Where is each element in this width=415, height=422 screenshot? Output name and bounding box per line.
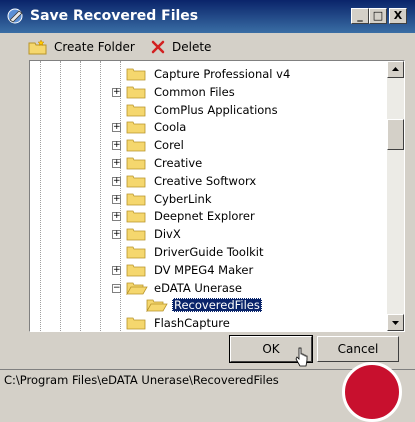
tree-item[interactable]: Coola (126, 118, 188, 136)
folder-icon (126, 104, 146, 116)
folder-icon (126, 246, 146, 259)
app-icon (7, 8, 23, 24)
tree-item[interactable]: DivX (126, 225, 183, 243)
tree-item[interactable]: CyberLink (126, 190, 214, 208)
tree-item-label: DivX (154, 227, 181, 242)
delete-button[interactable]: Delete (150, 38, 211, 56)
tree-guide-line (60, 61, 61, 331)
vertical-scrollbar[interactable] (387, 61, 404, 331)
tree-item-label: Creative Softworx (154, 173, 257, 188)
tree-item[interactable]: Capture Professional v4 (126, 65, 292, 83)
create-folder-label: Create Folder (54, 40, 135, 54)
tree-item-label: eDATA Unerase (154, 280, 242, 295)
tree-item[interactable]: ComPlus Applications (126, 101, 280, 119)
tree-guide-line (40, 61, 41, 331)
expand-toggle[interactable]: + (112, 87, 121, 97)
expand-toggle[interactable]: + (112, 176, 121, 186)
folder-icon (126, 264, 146, 277)
arrow-up-icon (392, 67, 399, 71)
expand-toggle[interactable]: + (112, 123, 121, 133)
folder-icon (126, 157, 146, 170)
tree-guide-line (80, 61, 81, 331)
expand-toggle[interactable]: + (112, 141, 121, 151)
delete-label: Delete (172, 40, 212, 54)
folder-tree[interactable]: Capture Professional v4 + Common Files ComP… (29, 60, 405, 332)
arrow-down-icon (392, 321, 399, 325)
close-button[interactable]: X (389, 8, 407, 24)
cancel-button[interactable]: Cancel (317, 336, 399, 362)
folder-icon (126, 175, 146, 188)
tree-item-label: Creative (154, 156, 203, 170)
minimize-button[interactable]: _ (351, 8, 369, 24)
folder-icon (126, 121, 146, 134)
tree-item-label: Coola (154, 120, 187, 135)
title-bar[interactable]: Save Recovered Files _ □ X (0, 0, 415, 33)
tree-item-label: DriverGuide Toolkit (154, 245, 264, 259)
tree-item-label: Deepnet Explorer (154, 209, 255, 224)
folder-icon (126, 210, 146, 223)
folder-open-icon (126, 282, 148, 295)
scroll-down-button[interactable] (387, 314, 404, 331)
expand-toggle[interactable]: + (112, 230, 121, 240)
folder-icon (126, 86, 146, 99)
new-folder-icon (28, 39, 47, 55)
tree-item-label: ComPlus Applications (154, 102, 278, 117)
tree-item[interactable]: RecoveredFiles (146, 296, 262, 314)
toolbar: Create Folder Delete (0, 33, 415, 60)
tree-item-label: FlashCapture (154, 316, 230, 331)
collapse-toggle[interactable]: − (112, 283, 121, 293)
tree-item-label: Corel (154, 138, 184, 153)
expand-toggle[interactable]: + (112, 194, 121, 204)
tree-item[interactable]: Common Files (126, 83, 237, 101)
tree-item[interactable]: FlashCapture (126, 314, 232, 331)
folder-icon (126, 193, 146, 205)
folder-icon (126, 68, 146, 81)
create-folder-button[interactable]: Create Folder (28, 38, 135, 56)
tree-item[interactable]: Deepnet Explorer (126, 207, 257, 225)
maximize-button[interactable]: □ (369, 8, 387, 24)
window-title: Save Recovered Files (30, 8, 199, 24)
scroll-up-button[interactable] (387, 61, 404, 78)
red-emblem-icon (342, 362, 402, 422)
cursor-hand-icon (295, 347, 308, 367)
folder-icon (126, 317, 146, 330)
folder-icon (126, 139, 146, 152)
folder-open-icon (146, 299, 168, 313)
tree-item-label: Common Files (154, 84, 235, 99)
expand-toggle[interactable]: + (112, 212, 121, 222)
tree-guide-line (100, 61, 101, 331)
tree-item[interactable]: Creative (126, 154, 204, 172)
folder-icon (126, 228, 146, 241)
scroll-thumb[interactable] (387, 119, 404, 150)
status-path: C:\Program Files\eDATA Unerase\Recovered… (4, 373, 279, 387)
tree-item[interactable]: Creative Softworx (126, 172, 258, 190)
expand-toggle[interactable]: + (112, 159, 121, 168)
tree-item-label: Capture Professional v4 (154, 67, 291, 81)
tree-item[interactable]: eDATA Unerase (126, 279, 244, 297)
expand-toggle[interactable]: + (112, 265, 121, 275)
tree-item-label: CyberLink (154, 191, 212, 206)
tree-item-label: RecoveredFiles (172, 298, 262, 313)
tree-item-label: DV MPEG4 Maker (154, 262, 254, 277)
tree-item[interactable]: DV MPEG4 Maker (126, 261, 255, 279)
delete-x-icon (151, 40, 165, 54)
tree-item[interactable]: Corel (126, 136, 186, 154)
tree-item[interactable]: DriverGuide Toolkit (126, 243, 266, 261)
